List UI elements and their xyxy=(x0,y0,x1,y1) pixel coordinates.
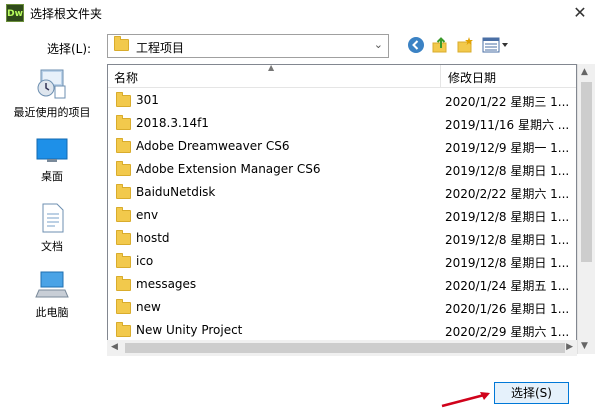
list-item[interactable]: env 2019/12/8 星期日 1... xyxy=(108,204,576,227)
column-divider[interactable] xyxy=(440,65,441,87)
place-label: 最近使用的项目 xyxy=(13,106,91,119)
scroll-down-icon[interactable]: ▼ xyxy=(581,341,588,351)
horizontal-scrollbar[interactable]: ◀ ▶ xyxy=(107,340,577,356)
column-header-date[interactable]: 修改日期 xyxy=(448,69,496,86)
item-name: new xyxy=(136,300,161,314)
view-menu-icon xyxy=(482,37,508,53)
lookin-dropdown[interactable]: 工程项目 ⌄ xyxy=(107,34,389,58)
item-name: Adobe Extension Manager CS6 xyxy=(136,162,321,176)
item-modified-date: 2020/2/22 星期六 1... xyxy=(445,187,570,201)
folder-icon xyxy=(116,138,131,153)
dreamweaver-app-icon: Dw xyxy=(6,4,24,22)
list-item[interactable]: 301 2020/1/22 星期三 1... xyxy=(108,89,576,112)
scroll-left-icon[interactable]: ◀ xyxy=(111,342,118,352)
item-modified-date: 2020/1/22 星期三 1... xyxy=(445,95,570,109)
vertical-scroll-thumb[interactable] xyxy=(581,82,592,262)
chevron-down-icon: ⌄ xyxy=(373,38,383,51)
item-name: New Unity Project xyxy=(136,323,243,337)
item-name: Adobe Dreamweaver CS6 xyxy=(136,139,290,153)
list-item[interactable]: new 2020/1/26 星期日 1... xyxy=(108,296,576,319)
scroll-up-icon[interactable]: ▲ xyxy=(581,67,588,77)
item-modified-date: 2019/12/8 星期日 1... xyxy=(445,256,570,270)
item-name: hostd xyxy=(136,231,170,245)
file-list[interactable]: ▲ 名称 修改日期 301 2020/1/22 星期三 1... 2018.3.14… xyxy=(107,64,577,354)
list-item[interactable]: messages 2020/1/24 星期五 1... xyxy=(108,273,576,296)
documents-icon xyxy=(35,202,69,234)
folder-icon xyxy=(116,115,131,130)
item-modified-date: 2019/12/8 星期日 1... xyxy=(445,164,570,178)
folder-icon xyxy=(116,230,131,245)
lookin-label: 选择(L): xyxy=(47,42,92,56)
this-pc-icon xyxy=(35,270,69,300)
folder-icon xyxy=(116,92,131,107)
place-label: 桌面 xyxy=(41,170,63,183)
list-item[interactable]: BaiduNetdisk 2020/2/22 星期六 1... xyxy=(108,181,576,204)
list-item[interactable]: ico 2019/12/8 星期日 1... xyxy=(108,250,576,273)
create-new-folder-button[interactable] xyxy=(456,36,474,56)
item-modified-date: 2020/1/24 星期五 1... xyxy=(445,279,570,293)
place-label: 文档 xyxy=(41,240,63,253)
folder-icon xyxy=(116,299,131,314)
desktop-icon xyxy=(35,136,69,164)
place-documents[interactable]: 文档 xyxy=(0,202,104,254)
up-one-level-button[interactable] xyxy=(431,36,449,56)
list-item[interactable]: Adobe Extension Manager CS6 2019/12/8 星期日… xyxy=(108,158,576,181)
item-modified-date: 2020/2/29 星期六 1... xyxy=(445,325,570,339)
item-name: 301 xyxy=(136,93,159,107)
list-item[interactable]: New Unity Project 2020/2/29 星期六 1... xyxy=(108,319,576,342)
list-item[interactable]: hostd 2019/12/8 星期日 1... xyxy=(108,227,576,250)
new-folder-icon xyxy=(457,37,473,53)
list-item[interactable]: Adobe Dreamweaver CS6 2019/12/9 星期一 1... xyxy=(108,135,576,158)
place-recent-items[interactable]: 最近使用的项目 xyxy=(0,68,104,120)
lookin-value: 工程项目 xyxy=(136,41,185,55)
item-name: messages xyxy=(136,277,197,291)
item-modified-date: 2019/12/8 星期日 1... xyxy=(445,210,570,224)
place-label: 此电脑 xyxy=(35,306,69,319)
item-name: env xyxy=(136,208,159,222)
item-name: ico xyxy=(136,254,154,268)
item-name: 2018.3.14f1 xyxy=(136,116,209,130)
place-this-pc[interactable]: 此电脑 xyxy=(0,270,104,320)
view-menu-button[interactable] xyxy=(482,36,510,56)
back-icon xyxy=(408,37,424,53)
item-modified-date: 2019/12/8 星期日 1... xyxy=(445,233,570,247)
folder-icon xyxy=(116,253,131,268)
folder-icon xyxy=(116,207,131,222)
folder-icon xyxy=(116,184,131,199)
places-bar: 最近使用的项目 桌面 文档 此电脑 xyxy=(0,60,104,360)
title-bar: Dw 选择根文件夹 ✕ xyxy=(0,0,600,28)
up-folder-icon xyxy=(432,37,447,53)
back-button[interactable] xyxy=(407,36,425,56)
list-item[interactable]: 2018.3.14f1 2019/11/16 星期六 ... xyxy=(108,112,576,135)
folder-icon xyxy=(116,276,131,291)
sort-ascending-icon: ▲ xyxy=(268,64,275,72)
select-button[interactable]: 选择(S) xyxy=(494,382,569,404)
item-name: BaiduNetdisk xyxy=(136,185,216,199)
item-modified-date: 2019/12/9 星期一 1... xyxy=(445,141,570,155)
folder-icon xyxy=(116,161,131,176)
folder-icon xyxy=(116,322,131,337)
horizontal-scroll-thumb[interactable] xyxy=(125,343,565,353)
item-modified-date: 2020/1/26 星期日 1... xyxy=(445,302,570,316)
annotation-arrow-icon xyxy=(441,392,490,408)
column-header-name[interactable]: 名称 xyxy=(114,69,138,86)
item-modified-date: 2019/11/16 星期六 ... xyxy=(445,118,570,132)
recent-items-icon xyxy=(35,68,69,100)
folder-icon xyxy=(114,36,129,54)
place-desktop[interactable]: 桌面 xyxy=(0,136,104,184)
close-button[interactable]: ✕ xyxy=(560,0,600,26)
list-rows: 301 2020/1/22 星期三 1... 2018.3.14f1 2019/11/… xyxy=(108,89,576,353)
vertical-scrollbar[interactable]: ▲ ▼ xyxy=(577,64,595,354)
scroll-right-icon[interactable]: ▶ xyxy=(566,342,573,352)
window-title: 选择根文件夹 xyxy=(30,7,103,21)
list-header: ▲ 名称 修改日期 xyxy=(108,64,576,88)
